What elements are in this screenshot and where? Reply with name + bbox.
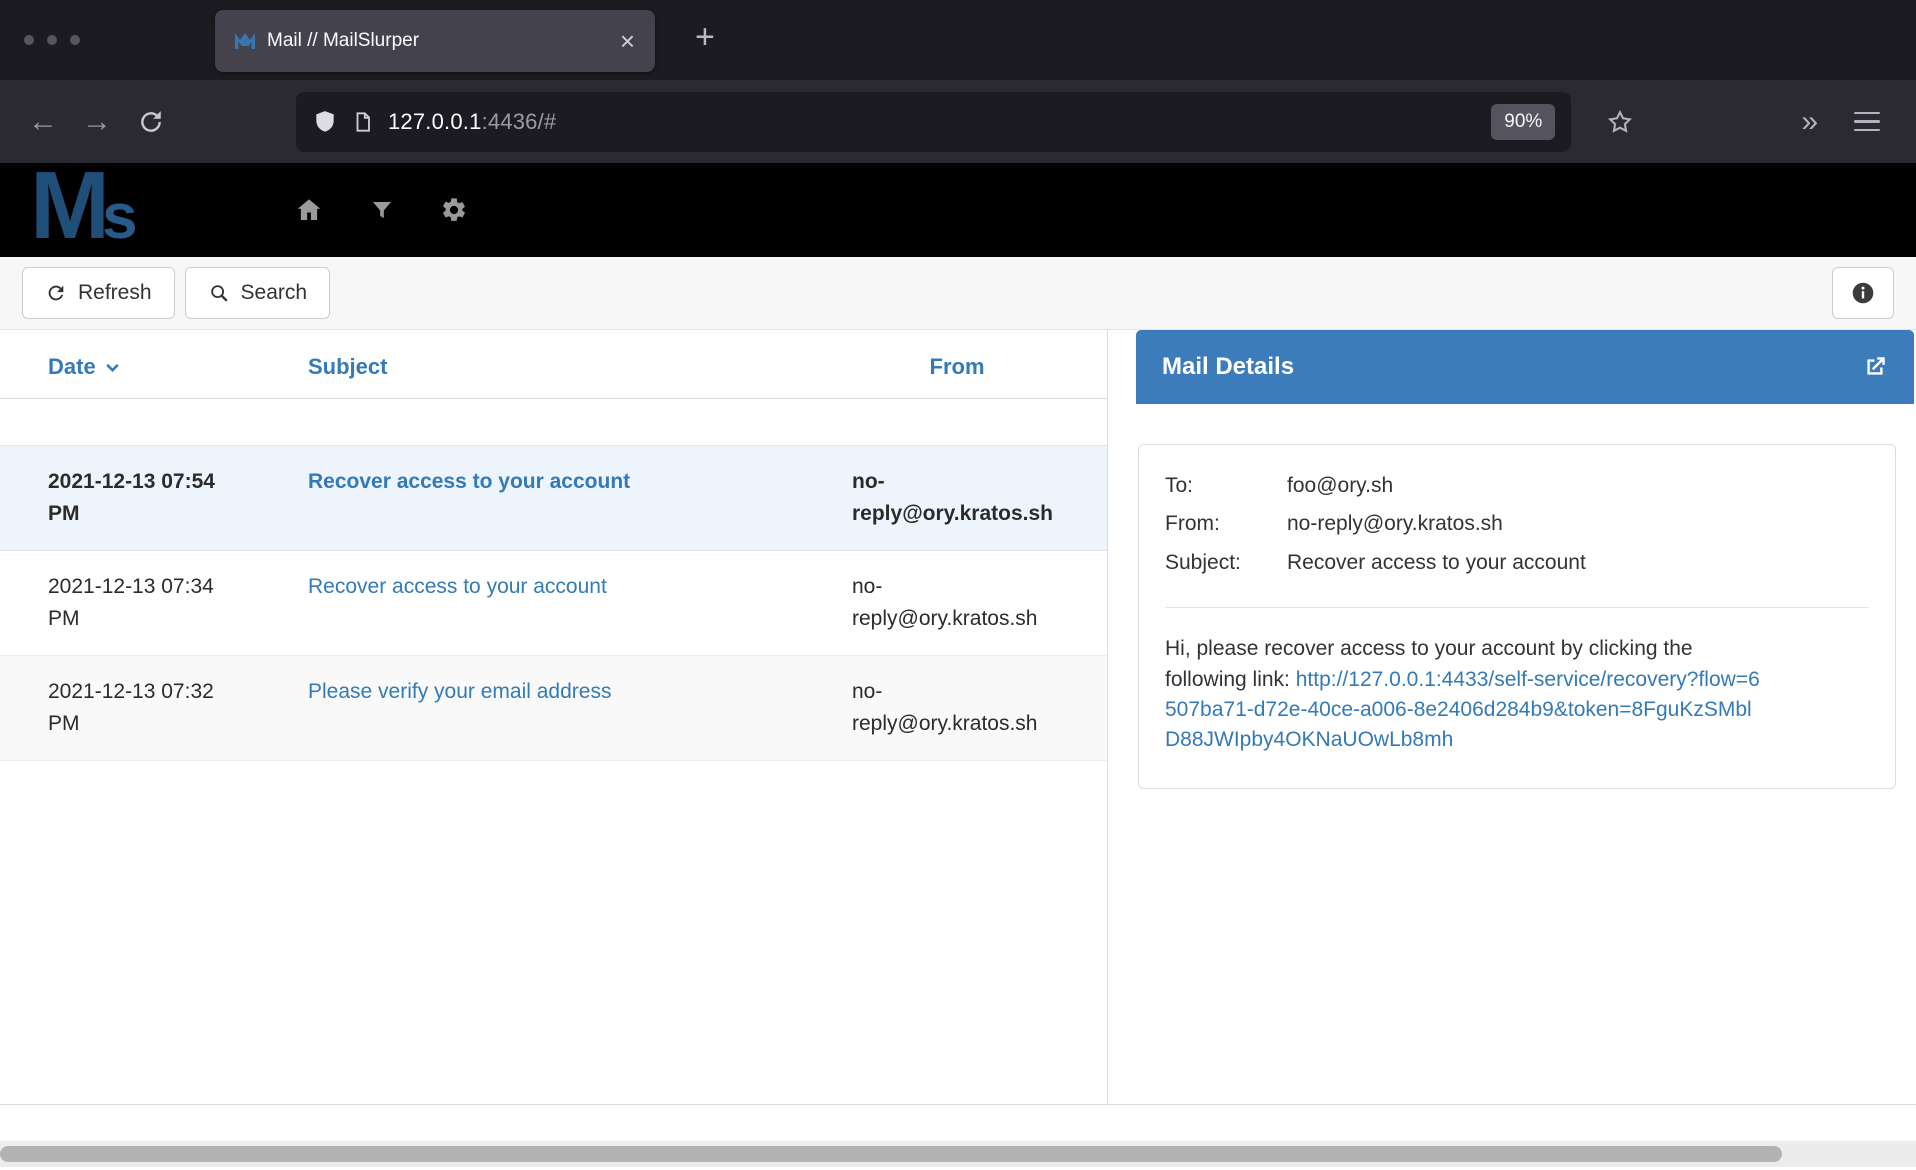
overflow-chevron-icon[interactable]: » (1785, 105, 1834, 139)
mail-row[interactable]: 2021-12-13 07:34 PM Recover access to yo… (0, 551, 1107, 656)
external-link-icon (1862, 354, 1888, 380)
bottom-strip (0, 1105, 1916, 1170)
info-button[interactable] (1832, 267, 1894, 319)
column-header-from[interactable]: From (852, 354, 1062, 380)
url-host: 127.0.0.1 (388, 109, 482, 134)
refresh-button[interactable]: Refresh (22, 267, 175, 319)
window-control-dot[interactable] (47, 35, 57, 45)
to-value: foo@ory.sh (1287, 471, 1869, 500)
mail-list-header: Date Subject From (0, 330, 1107, 399)
mail-list-panel: Date Subject From 2021-12-13 07:54 PM Re… (0, 330, 1108, 1104)
open-external-button[interactable] (1862, 354, 1888, 380)
bookmark-star-icon[interactable] (1593, 95, 1647, 149)
mail-from: no-reply@ory.kratos.sh (852, 676, 1062, 739)
url-text: 127.0.0.1:4436/# (388, 109, 556, 135)
tab-title: Mail // MailSlurper (267, 30, 610, 52)
mail-subject-link[interactable]: Please verify your email address (308, 680, 611, 703)
mailslurper-navbar: Ms (0, 163, 1916, 257)
mail-date: 2021-12-13 07:54 PM (48, 466, 243, 529)
forward-button[interactable]: → (70, 95, 124, 149)
hamburger-menu-icon[interactable] (1834, 112, 1900, 132)
reload-button[interactable] (124, 95, 178, 149)
mail-body: Hi, please recover access to your accoun… (1165, 634, 1765, 756)
mail-subject-link[interactable]: Recover access to your account (308, 470, 630, 493)
home-button[interactable] (294, 195, 324, 225)
page-info-icon[interactable] (352, 110, 374, 134)
subject-value: Recover access to your account (1287, 548, 1869, 577)
search-icon (208, 282, 230, 304)
mail-date: 2021-12-13 07:32 PM (48, 676, 243, 739)
chevron-down-icon (104, 359, 121, 376)
divider (1165, 607, 1869, 608)
mail-subject-link[interactable]: Recover access to your account (308, 575, 607, 598)
window-controls[interactable] (24, 35, 80, 45)
settings-button[interactable] (440, 196, 468, 224)
filter-button[interactable] (370, 198, 394, 222)
mail-details-header: Mail Details (1136, 330, 1914, 404)
browser-toolbar: ← → 127.0.0.1:4436/# 90% » (0, 80, 1916, 163)
mail-date: 2021-12-13 07:34 PM (48, 571, 243, 634)
column-header-date[interactable]: Date (48, 354, 243, 380)
action-bar: Refresh Search (0, 257, 1916, 330)
window-control-dot[interactable] (70, 35, 80, 45)
shield-icon[interactable] (312, 109, 338, 135)
mail-details-card: To: foo@ory.sh From: no-reply@ory.kratos… (1138, 444, 1896, 789)
new-tab-button[interactable]: + (695, 18, 715, 57)
refresh-button-label: Refresh (78, 281, 152, 305)
window-control-dot[interactable] (24, 35, 34, 45)
search-button-label: Search (241, 281, 308, 305)
mail-details-title: Mail Details (1162, 353, 1294, 381)
mail-row[interactable]: 2021-12-13 07:32 PM Please verify your e… (0, 656, 1107, 761)
mail-row[interactable]: 2021-12-13 07:54 PM Recover access to yo… (0, 445, 1107, 551)
mail-meta: To: foo@ory.sh From: no-reply@ory.kratos… (1165, 471, 1869, 577)
to-label: To: (1165, 471, 1287, 500)
reload-icon (138, 109, 164, 135)
browser-tab[interactable]: Mail // MailSlurper × (215, 10, 655, 72)
tab-close-icon[interactable]: × (620, 28, 635, 54)
home-icon (294, 195, 324, 225)
subject-label: Subject: (1165, 548, 1287, 577)
refresh-icon (45, 282, 67, 304)
from-value: no-reply@ory.kratos.sh (1287, 509, 1869, 538)
mail-from: no-reply@ory.kratos.sh (852, 571, 1062, 634)
mail-from: no-reply@ory.kratos.sh (852, 466, 1062, 529)
mail-details-panel: Mail Details To: foo@ory.sh From: no-rep… (1136, 330, 1914, 1104)
gear-icon (440, 196, 468, 224)
back-button[interactable]: ← (16, 95, 70, 149)
zoom-level-badge[interactable]: 90% (1491, 104, 1555, 140)
info-icon (1850, 280, 1876, 306)
mailslurper-favicon-icon (235, 33, 255, 49)
mail-rows: 2021-12-13 07:54 PM Recover access to yo… (0, 445, 1107, 761)
url-path: :4436/# (482, 109, 557, 134)
scrollbar-thumb[interactable] (0, 1146, 1782, 1162)
url-bar[interactable]: 127.0.0.1:4436/# 90% (296, 92, 1571, 152)
column-header-subject[interactable]: Subject (308, 354, 787, 380)
search-button[interactable]: Search (185, 267, 331, 319)
filter-funnel-icon (370, 198, 394, 222)
tab-strip: Mail // MailSlurper × + (0, 0, 1916, 80)
main-content: Date Subject From 2021-12-13 07:54 PM Re… (0, 330, 1916, 1105)
from-label: From: (1165, 509, 1287, 538)
mailslurper-logo: Ms (30, 163, 270, 257)
horizontal-scrollbar[interactable] (0, 1141, 1916, 1167)
